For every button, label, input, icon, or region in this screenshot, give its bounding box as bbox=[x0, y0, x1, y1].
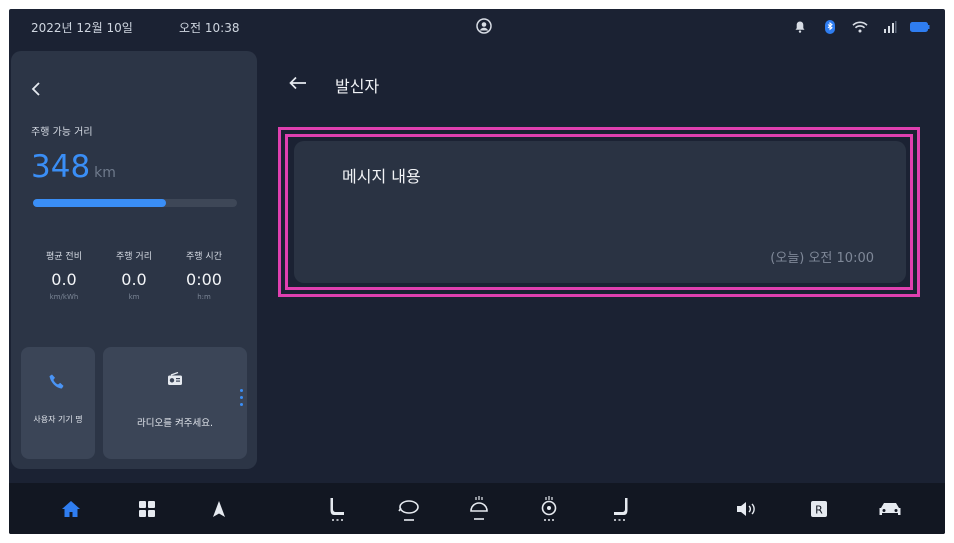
status-date: 2022년 12월 10일 bbox=[31, 21, 133, 35]
stat-efficiency: 평균 전비 0.0 km/kWh bbox=[29, 249, 99, 301]
message-timestamp: (오늘) 오전 10:00 bbox=[770, 251, 874, 266]
stat-unit: km/kWh bbox=[49, 293, 79, 301]
status-time: 오전 10:38 bbox=[179, 21, 240, 35]
trip-stats: 평균 전비 0.0 km/kWh 주행 거리 0.0 km 주행 시간 0:00… bbox=[29, 249, 239, 301]
phone-tile[interactable]: 사용자 기기 명 bbox=[21, 347, 95, 459]
radio-status-text: 라디오를 켜주세요. bbox=[137, 418, 213, 429]
stat-unit: h:m bbox=[197, 293, 211, 301]
home-icon[interactable] bbox=[57, 483, 85, 534]
back-arrow-icon[interactable] bbox=[289, 75, 307, 94]
stat-value: 0.0 bbox=[121, 270, 147, 289]
chevron-left-icon[interactable] bbox=[31, 81, 41, 100]
airflow-icon[interactable] bbox=[395, 483, 423, 534]
volume-icon[interactable] bbox=[733, 483, 761, 534]
stat-label: 주행 거리 bbox=[116, 252, 152, 262]
range-number: 348 bbox=[31, 149, 91, 185]
radio-r-icon[interactable]: R bbox=[805, 483, 833, 534]
steering-heat-icon[interactable] bbox=[535, 483, 563, 534]
status-bar: 2022년 12월 10일 오전 10:38 bbox=[9, 9, 945, 45]
svg-text:R: R bbox=[815, 503, 823, 516]
page-title: 발신자 bbox=[335, 77, 380, 96]
radio-tile[interactable]: 라디오를 켜주세요. bbox=[103, 347, 247, 459]
page-indicator bbox=[240, 389, 243, 410]
bell-icon bbox=[785, 18, 815, 36]
stat-label: 주행 시간 bbox=[186, 252, 222, 262]
range-unit: km bbox=[94, 165, 116, 181]
battery-icon bbox=[905, 18, 935, 36]
range-progress-bar bbox=[33, 199, 237, 207]
phone-device-name: 사용자 기기 명 bbox=[33, 415, 83, 424]
message-card[interactable]: 메시지 내용 (오늘) 오전 10:00 bbox=[294, 141, 906, 283]
phone-icon bbox=[48, 373, 66, 395]
range-label: 주행 가능 거리 bbox=[31, 127, 93, 138]
status-icons bbox=[785, 18, 935, 36]
bluetooth-icon bbox=[815, 18, 845, 36]
radio-icon bbox=[167, 371, 183, 390]
stat-distance: 주행 거리 0.0 km bbox=[99, 249, 169, 301]
infotainment-screen: 2022년 12월 10일 오전 10:38 주행 가능 거리 348 km 평… bbox=[9, 9, 945, 534]
range-value: 348 km bbox=[31, 149, 116, 185]
bottom-dock: R bbox=[9, 483, 945, 534]
rear-defrost-icon[interactable] bbox=[465, 483, 493, 534]
seat-driver-icon[interactable] bbox=[325, 483, 351, 534]
stat-label: 평균 전비 bbox=[46, 252, 82, 262]
apps-grid-icon[interactable] bbox=[133, 483, 161, 534]
stat-unit: km bbox=[128, 293, 140, 301]
profile-icon[interactable] bbox=[476, 18, 492, 38]
stat-time: 주행 시간 0:00 h:m bbox=[169, 249, 239, 301]
seat-passenger-icon[interactable] bbox=[607, 483, 633, 534]
stat-value: 0.0 bbox=[51, 270, 77, 289]
car-icon[interactable] bbox=[875, 483, 905, 534]
wifi-icon bbox=[845, 18, 875, 36]
signal-icon bbox=[875, 18, 905, 36]
message-text: 메시지 내용 bbox=[342, 167, 421, 186]
range-progress-fill bbox=[33, 199, 166, 207]
stat-value: 0:00 bbox=[186, 270, 222, 289]
vehicle-info-panel: 주행 가능 거리 348 km 평균 전비 0.0 km/kWh 주행 거리 0.… bbox=[11, 51, 257, 469]
navigation-icon[interactable] bbox=[205, 483, 233, 534]
